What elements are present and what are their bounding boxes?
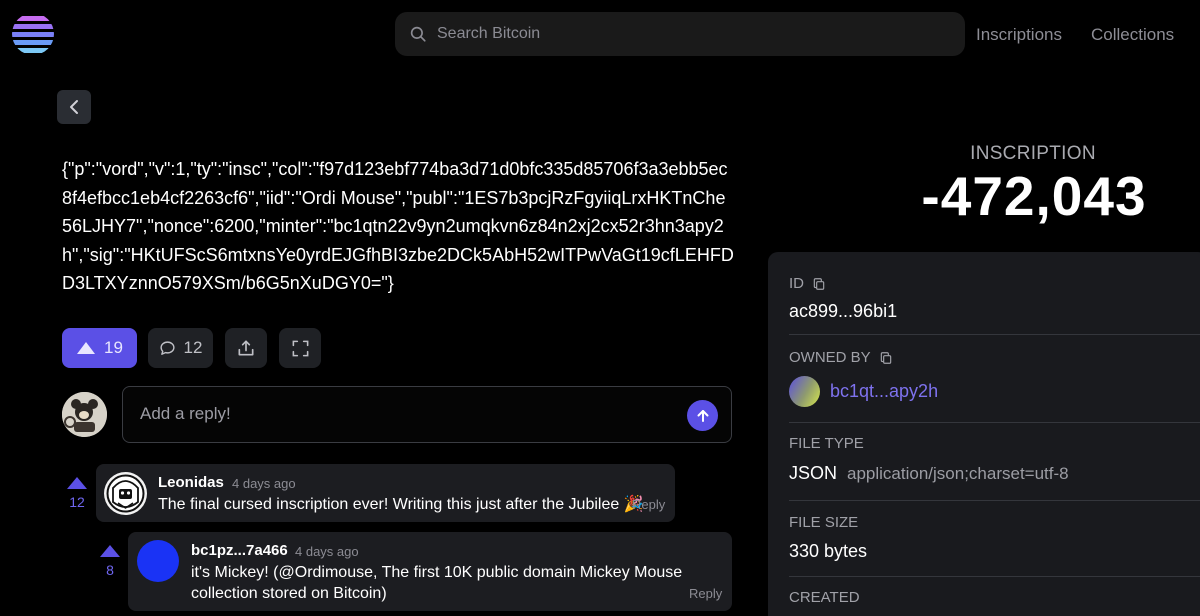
comment-vote-count: 8: [106, 562, 114, 578]
comment-author[interactable]: Leonidas: [158, 474, 224, 491]
back-button[interactable]: [57, 90, 91, 124]
logo[interactable]: [12, 13, 54, 55]
comment-vote-count: 12: [69, 494, 85, 510]
share-icon: [238, 340, 254, 356]
send-reply-button[interactable]: [687, 400, 718, 431]
id-value: ac899...96bi1: [789, 301, 898, 321]
comment-icon: [159, 340, 175, 355]
comment-body-line-1: it's Mickey! (@Ordimouse, The first 10K …: [191, 564, 683, 581]
copy-icon[interactable]: [812, 277, 826, 291]
replies-button[interactable]: 12: [148, 328, 213, 368]
filetype-label-text: FILE TYPE: [789, 435, 864, 452]
user-avatar: [62, 392, 107, 437]
comment-author[interactable]: bc1pz...7a466: [191, 542, 288, 559]
created-label: CREATED: [789, 589, 860, 606]
nav-collections[interactable]: Collections: [1091, 25, 1174, 45]
upvote-icon[interactable]: [66, 476, 88, 490]
filetype-value: JSON: [789, 463, 838, 483]
comment-vote[interactable]: 8: [99, 544, 121, 578]
owner-label-text: OWNED BY: [789, 349, 871, 366]
search-icon: [410, 26, 426, 42]
upvote-icon[interactable]: [99, 544, 121, 558]
search-bar[interactable]: [395, 12, 965, 56]
comment-time: 4 days ago: [232, 476, 296, 491]
comment-time: 4 days ago: [295, 544, 359, 559]
reply-link[interactable]: Reply: [689, 586, 722, 601]
arrow-up-icon: [697, 409, 708, 422]
upvote-count: 19: [104, 338, 123, 357]
nav-inscriptions[interactable]: Inscriptions: [976, 25, 1062, 45]
reply-input[interactable]: [140, 404, 670, 424]
filetype-row: JSON application/json;charset=utf-8: [789, 463, 1069, 484]
details-panel: ID ac899...96bi1 OWNED BY bc1qt...apy2h …: [768, 252, 1200, 616]
divider: [789, 334, 1200, 335]
reply-composer[interactable]: [122, 386, 732, 443]
divider: [789, 576, 1200, 577]
filetype-label: FILE TYPE: [789, 435, 864, 452]
inscription-label: INSCRIPTION: [970, 143, 1096, 164]
replies-count: 12: [183, 338, 203, 357]
divider: [789, 422, 1200, 423]
inscription-number: -472,043: [921, 165, 1147, 227]
mime-type: application/json;charset=utf-8: [847, 464, 1069, 483]
owner-avatar[interactable]: [789, 376, 820, 407]
comment-card: Leonidas 4 days ago The final cursed ins…: [96, 464, 675, 522]
filesize-label: FILE SIZE: [789, 514, 858, 531]
id-label-text: ID: [789, 275, 804, 292]
owner-label: OWNED BY: [789, 349, 893, 366]
copy-icon[interactable]: [879, 351, 893, 365]
avatar[interactable]: [104, 472, 147, 515]
reply-link[interactable]: Reply: [632, 497, 665, 512]
upvote-icon: [77, 342, 96, 354]
created-label-text: CREATED: [789, 589, 860, 606]
avatar[interactable]: [137, 540, 179, 582]
share-button[interactable]: [225, 328, 267, 368]
comment-vote[interactable]: 12: [66, 476, 88, 510]
id-label: ID: [789, 275, 826, 292]
chevron-left-icon: [70, 100, 78, 114]
filesize-label-text: FILE SIZE: [789, 514, 859, 531]
inscription-content: {"p":"vord","v":1,"ty":"insc","col":"f97…: [62, 159, 734, 293]
fullscreen-icon: [292, 340, 308, 356]
divider: [789, 500, 1200, 501]
comment-body-line-2: collection stored on Bitcoin): [191, 585, 387, 602]
filesize-value: 330 bytes: [789, 541, 868, 561]
fullscreen-button[interactable]: [279, 328, 321, 368]
search-input[interactable]: [437, 25, 937, 43]
comment-card: bc1pz...7a466 4 days ago it's Mickey! (@…: [128, 532, 732, 611]
comment-body: The final cursed inscription ever! Writi…: [158, 496, 644, 513]
upvote-button[interactable]: 19: [62, 328, 137, 368]
owner-address-link[interactable]: bc1qt...apy2h: [830, 381, 938, 402]
